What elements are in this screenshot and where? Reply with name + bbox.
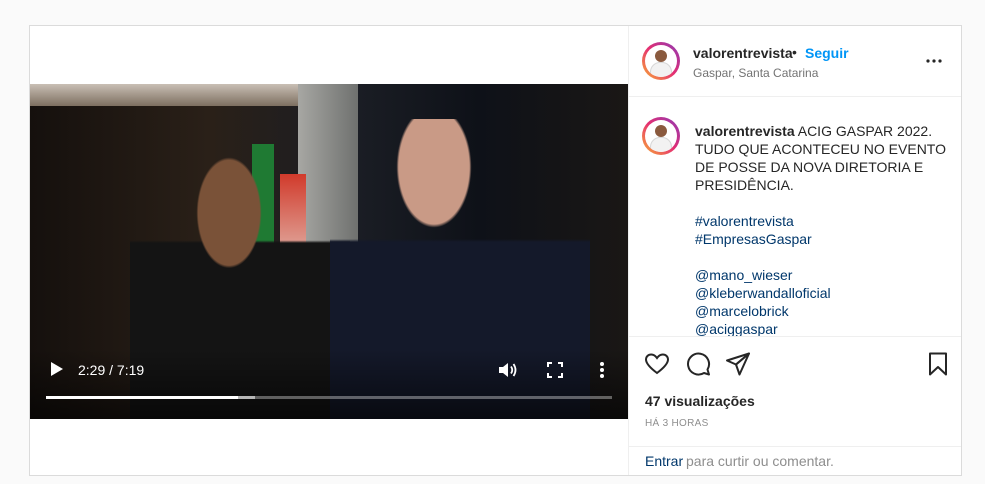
post-timestamp[interactable]: HÁ 3 HORAS <box>645 418 709 429</box>
login-prompt-text: para curtir ou comentar. <box>686 453 834 469</box>
caption-username[interactable]: valorentrevista <box>695 123 795 139</box>
hashtag-link[interactable]: #EmpresasGaspar <box>695 230 951 248</box>
mention-link[interactable]: @kleberwandalloficial <box>695 284 951 302</box>
avatar-body <box>650 137 672 152</box>
more-vertical-icon[interactable] <box>598 360 606 380</box>
comment-icon[interactable] <box>685 351 711 377</box>
video-controls: 2:29 / 7:19 <box>30 84 628 419</box>
mention-link[interactable]: @marcelobrick <box>695 302 951 320</box>
avatar-body <box>650 62 672 77</box>
share-icon[interactable] <box>725 351 751 377</box>
heart-icon[interactable] <box>644 351 670 377</box>
header-dot: • <box>792 44 797 60</box>
avatar[interactable] <box>642 42 680 80</box>
header-username[interactable]: valorentrevista <box>693 45 793 61</box>
bookmark-icon[interactable] <box>925 351 951 377</box>
view-count[interactable]: 47 visualizações <box>645 393 755 409</box>
comments-section[interactable]: valorentrevista ACIG GASPAR 2022. TUDO Q… <box>629 97 961 337</box>
post-caption: valorentrevista ACIG GASPAR 2022. TUDO Q… <box>695 122 951 336</box>
video-duration: 7:19 <box>116 362 145 378</box>
video-time: 2:29 / 7:19 <box>78 362 144 378</box>
avatar-face <box>655 50 667 62</box>
location-link[interactable]: Gaspar, Santa Catarina <box>693 66 818 80</box>
media-panel: 2:29 / 7:19 <box>30 26 628 475</box>
video-progress-bar[interactable] <box>46 396 612 399</box>
avatar-image <box>645 120 677 152</box>
avatar-image <box>645 45 677 77</box>
volume-icon[interactable] <box>497 360 519 380</box>
more-horizontal-icon[interactable] <box>925 54 943 68</box>
login-link[interactable]: Entrar <box>645 453 683 469</box>
play-icon[interactable] <box>46 359 66 379</box>
video-time-separator: / <box>105 362 117 378</box>
post-side-panel: valorentrevista • Seguir Gaspar, Santa C… <box>628 26 961 475</box>
hashtag-link[interactable]: #valorentrevista <box>695 212 951 230</box>
fullscreen-icon[interactable] <box>547 362 563 378</box>
caption-avatar[interactable] <box>642 117 680 155</box>
mention-link[interactable]: @mano_wieser <box>695 266 951 284</box>
video-player[interactable]: 2:29 / 7:19 <box>30 84 628 419</box>
avatar-face <box>655 125 667 137</box>
add-comment-bar: Entrar para curtir ou comentar. <box>629 447 961 477</box>
video-current-time: 2:29 <box>78 362 106 378</box>
video-progress-fill <box>46 396 239 399</box>
post-card: 2:29 / 7:19 valorentrevista • Seguir Gas… <box>29 25 962 476</box>
post-actions: 47 visualizações HÁ 3 HORAS <box>629 337 961 447</box>
post-header: valorentrevista • Seguir Gaspar, Santa C… <box>629 26 961 97</box>
mention-link[interactable]: @aciggaspar <box>695 320 951 336</box>
follow-button[interactable]: Seguir <box>805 45 849 61</box>
